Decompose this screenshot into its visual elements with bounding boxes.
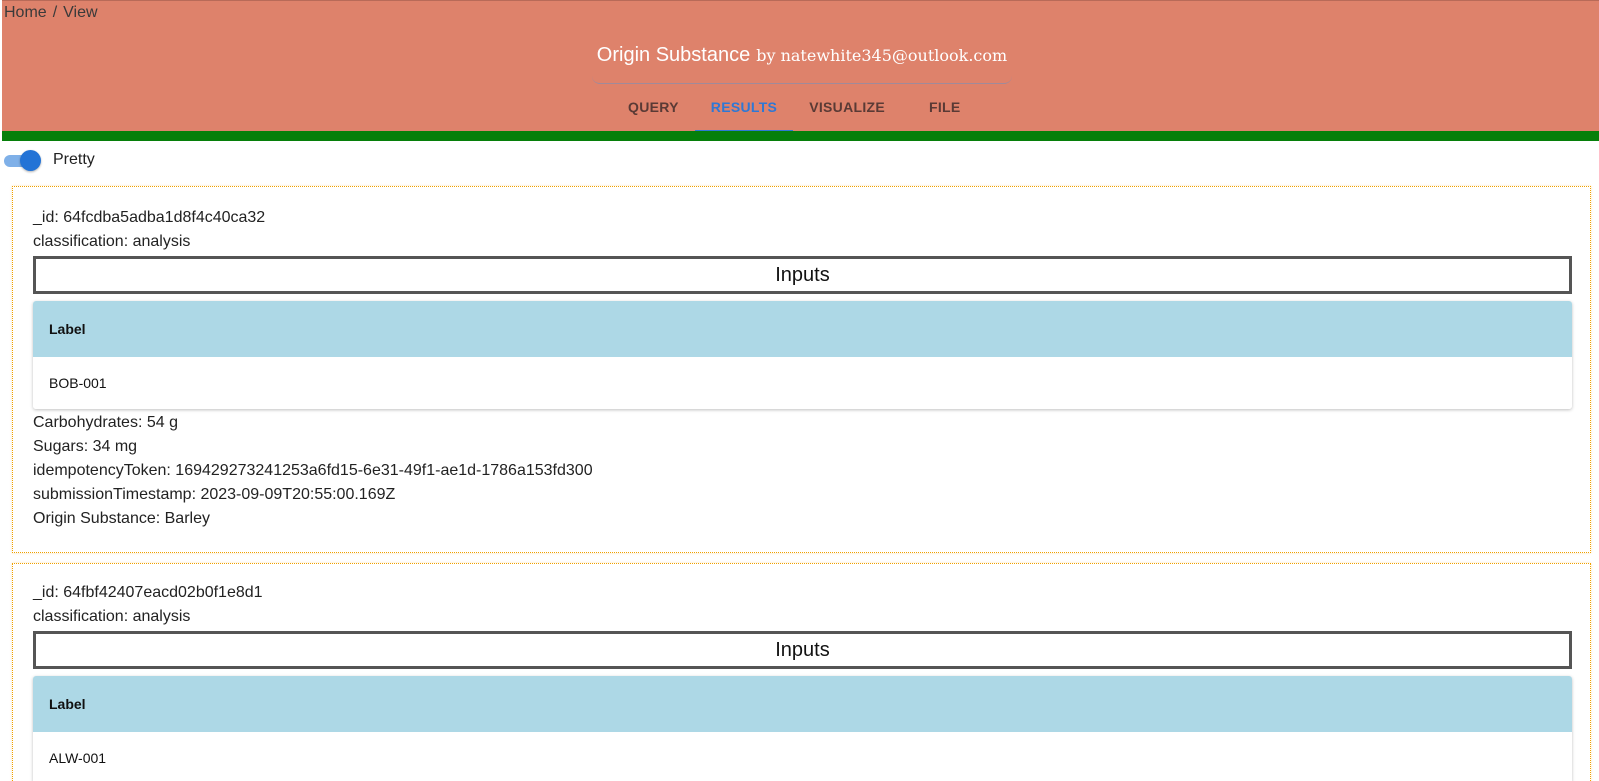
page-title-author: by natewhite345@outlook.com bbox=[756, 46, 1008, 65]
tab-file[interactable]: FILE bbox=[901, 89, 977, 132]
tab-results[interactable]: RESULTS bbox=[694, 89, 794, 132]
pretty-toggle-row: Pretty bbox=[4, 150, 95, 171]
page: Home / View Origin Substance by natewhite34… bbox=[0, 0, 1599, 781]
field-sugars: Sugars: 34 mg bbox=[33, 438, 138, 455]
breadcrumb-home-link[interactable]: Home bbox=[4, 4, 47, 21]
inputs-heading: Inputs bbox=[33, 631, 1572, 669]
page-title: Origin Substance by natewhite345@outlook.… bbox=[597, 44, 1007, 66]
table-row: ALW-001 bbox=[33, 732, 1572, 781]
page-title-container: Origin Substance by natewhite345@outlook.… bbox=[592, 41, 1012, 84]
breadcrumb-current: View bbox=[63, 4, 98, 21]
pretty-toggle-switch[interactable] bbox=[4, 150, 41, 171]
result-record: _id: 64fcdba5adba1d8f4c40ca32 classifica… bbox=[12, 186, 1591, 553]
breadcrumb-separator: / bbox=[52, 4, 58, 21]
inputs-heading: Inputs bbox=[33, 256, 1572, 294]
table-header-label: Label bbox=[33, 301, 1572, 357]
record-fields: Carbohydrates: 54 g Sugars: 34 mg idempo… bbox=[33, 411, 1572, 531]
field-idempotency-token: idempotencyToken: 169429273241253a6fd15-… bbox=[33, 462, 593, 479]
field-carbohydrates: Carbohydrates: 54 g bbox=[33, 414, 178, 431]
breadcrumb: Home / View bbox=[4, 4, 98, 22]
page-title-text: Origin Substance bbox=[596, 44, 751, 66]
field-submission-timestamp: submissionTimestamp: 2023-09-09T20:55:00… bbox=[33, 486, 396, 503]
field-origin-substance: Origin Substance: Barley bbox=[33, 510, 210, 527]
record-id: _id: 64fcdba5adba1d8f4c40ca32 bbox=[33, 209, 266, 226]
pretty-toggle-label: Pretty bbox=[53, 151, 95, 168]
result-record: _id: 64fbf42407eacd02b0f1e8d1 classifica… bbox=[12, 563, 1591, 781]
tab-query[interactable]: QUERY bbox=[612, 89, 695, 132]
table-header-label: Label bbox=[33, 676, 1572, 732]
record-classification: classification: analysis bbox=[33, 233, 191, 250]
app-header: Home / View Origin Substance by natewhite34… bbox=[2, 0, 1599, 132]
header-divider-bar bbox=[2, 131, 1599, 141]
record-classification: classification: analysis bbox=[33, 608, 191, 625]
tab-visualize[interactable]: VISUALIZE bbox=[793, 89, 901, 132]
record-content: _id: 64fcdba5adba1d8f4c40ca32 classifica… bbox=[33, 206, 1572, 531]
record-id: _id: 64fbf42407eacd02b0f1e8d1 bbox=[33, 584, 263, 601]
tab-bar: QUERY RESULTS VISUALIZE FILE bbox=[612, 89, 977, 132]
record-content: _id: 64fbf42407eacd02b0f1e8d1 classifica… bbox=[33, 581, 1572, 781]
table-row: BOB-001 bbox=[33, 357, 1572, 409]
inputs-table: Label BOB-001 bbox=[33, 301, 1572, 409]
toggle-thumb[interactable] bbox=[20, 150, 41, 171]
inputs-table: Label ALW-001 bbox=[33, 676, 1572, 781]
